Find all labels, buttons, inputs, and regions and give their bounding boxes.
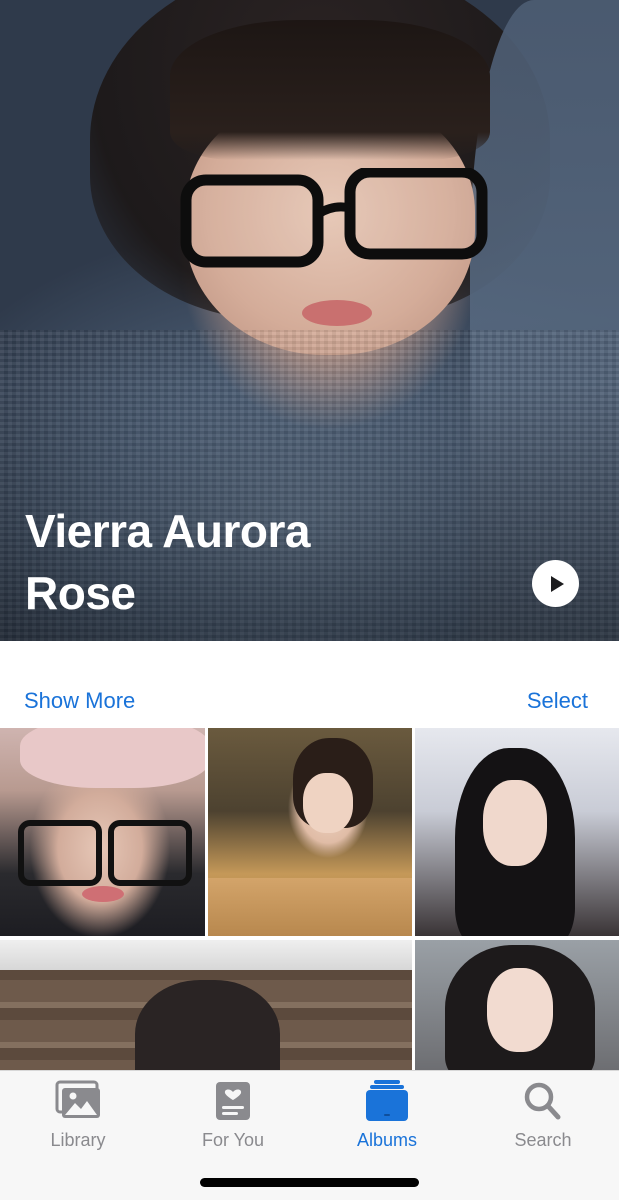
photo-thumbnail[interactable] bbox=[0, 728, 205, 936]
select-button[interactable]: Select bbox=[527, 688, 588, 714]
thumbnail-face bbox=[483, 780, 547, 866]
photo-thumbnail[interactable] bbox=[0, 940, 412, 1070]
thumbnail-glasses-right bbox=[108, 820, 192, 886]
tab-library-label: Library bbox=[50, 1130, 106, 1150]
photo-thumbnail[interactable] bbox=[415, 728, 619, 936]
show-more-link[interactable]: Show More bbox=[24, 688, 135, 714]
thumbnail-hat bbox=[20, 728, 205, 788]
tab-albums[interactable]: Albums bbox=[327, 1079, 447, 1151]
photo-library-icon bbox=[55, 1080, 100, 1118]
tab-library[interactable]: Library bbox=[18, 1079, 138, 1151]
hero-key-photo[interactable]: Vierra Aurora Rose bbox=[0, 0, 619, 641]
action-row: Show More Select bbox=[0, 678, 619, 726]
tab-for-you[interactable]: For You bbox=[173, 1079, 293, 1151]
photo-thumbnail[interactable] bbox=[208, 728, 412, 936]
thumbnail-table bbox=[208, 878, 412, 936]
thumbnail-face bbox=[487, 968, 553, 1052]
tab-for-you-label: For You bbox=[201, 1130, 265, 1150]
thumbnail-hair bbox=[135, 980, 280, 1070]
tab-search[interactable]: Search bbox=[483, 1079, 603, 1151]
search-icon bbox=[524, 1082, 561, 1120]
person-name-title: Vierra Aurora Rose bbox=[25, 505, 310, 619]
tab-search-label: Search bbox=[514, 1130, 572, 1150]
thumbnail-window-blind bbox=[0, 940, 412, 970]
home-indicator[interactable] bbox=[200, 1178, 419, 1187]
tab-albums-label: Albums bbox=[356, 1130, 418, 1150]
thumbnail-glasses-left bbox=[18, 820, 102, 886]
thumbnail-face bbox=[303, 773, 353, 833]
play-memory-button[interactable] bbox=[532, 560, 579, 607]
people-album-page: Vierra Aurora Rose Show More Select Libr… bbox=[0, 0, 619, 1200]
thumbnail-lips bbox=[82, 886, 124, 902]
albums-icon bbox=[366, 1080, 408, 1121]
for-you-icon bbox=[216, 1082, 250, 1120]
photo-thumbnail[interactable] bbox=[415, 940, 619, 1070]
play-icon bbox=[550, 575, 564, 592]
